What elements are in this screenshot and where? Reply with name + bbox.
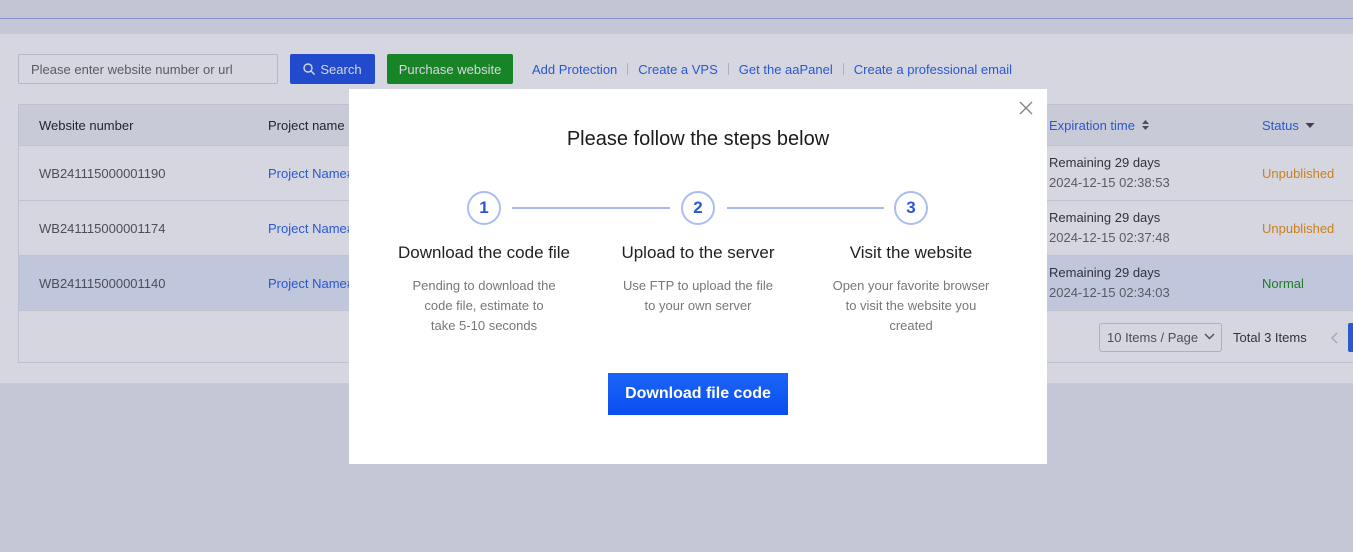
step-description-line: created <box>889 318 933 333</box>
close-icon <box>1019 101 1033 115</box>
download-file-code-button[interactable]: Download file code <box>608 373 788 415</box>
step-title-2: Upload to the server <box>621 243 775 262</box>
download-file-code-label: Download file code <box>625 385 771 402</box>
step-description-line: take 5-10 seconds <box>430 318 538 333</box>
step-description-line: Pending to download the <box>412 278 556 293</box>
step-title-3: Visit the website <box>849 243 973 262</box>
step-number-2: 2 <box>681 191 715 225</box>
step-description-line: Open your favorite browser <box>832 278 990 293</box>
step-description-line: to your own server <box>644 298 752 313</box>
step-number-1: 1 <box>467 191 501 225</box>
step-description-line: code file, estimate to <box>424 298 544 313</box>
step-description-2: Use FTP to upload the file to your own s… <box>598 276 798 316</box>
step-description-line: Use FTP to upload the file <box>622 278 774 293</box>
modal-title: Please follow the steps below <box>566 128 830 150</box>
step-connector <box>727 207 884 209</box>
step-description-1: Pending to download the code file, estim… <box>384 276 584 336</box>
step-connector <box>512 207 670 209</box>
step-description-line: to visit the website you <box>845 298 977 313</box>
step-description-3: Open your favorite browser to visit the … <box>811 276 1011 336</box>
steps-modal: Please follow the steps below 1 2 3 Down… <box>349 89 1047 464</box>
step-number-3: 3 <box>894 191 928 225</box>
step-title-1: Download the code file <box>397 243 570 262</box>
close-button[interactable] <box>1019 101 1033 115</box>
